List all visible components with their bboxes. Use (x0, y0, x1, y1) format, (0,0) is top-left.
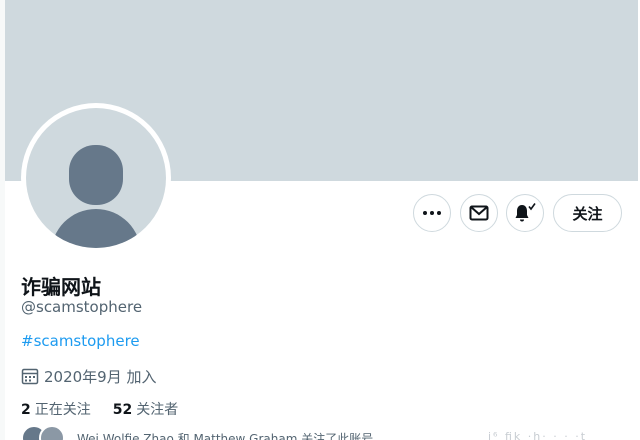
notifications-button[interactable] (506, 194, 544, 232)
message-button[interactable] (460, 194, 498, 232)
follow-stats: 2 正在关注 52 关注者 (21, 399, 178, 419)
following-count: 2 (21, 402, 31, 418)
default-avatar-icon (26, 108, 166, 248)
avatar-body-shape (51, 209, 141, 248)
followers-label: 关注者 (136, 402, 179, 418)
bio-hashtag-link[interactable]: #scamstophere (21, 332, 140, 350)
follow-button[interactable]: 关注 (553, 194, 622, 232)
following-link[interactable]: 2 正在关注 (21, 399, 91, 419)
joined-date: 2020年9月 加入 (21, 366, 157, 386)
watermark-text: i⁶ ﬁk ·h· · · ·t (488, 430, 588, 440)
followed-by-row[interactable]: Wei Wolfie Zhao 和 Matthew Graham 关注了此账号 (21, 425, 374, 440)
display-name: 诈骗网站 (21, 275, 101, 299)
following-label: 正在关注 (34, 402, 91, 418)
profile-page: 关注 诈骗网站 @scamstophere #scamstophere 2020… (0, 0, 640, 440)
more-options-button[interactable] (413, 194, 451, 232)
joined-text: 2020年9月 加入 (44, 367, 157, 386)
followers-count: 52 (112, 402, 133, 418)
follower-avatar (39, 425, 65, 440)
user-handle: @scamstophere (21, 298, 143, 316)
followed-by-text: Wei Wolfie Zhao 和 Matthew Graham 关注了此账号 (77, 431, 374, 440)
mail-icon (469, 205, 489, 221)
calendar-icon (21, 368, 39, 385)
bell-check-icon (515, 203, 536, 222)
more-dots-icon (423, 211, 441, 215)
avatar-head-shape (69, 145, 123, 205)
followers-link[interactable]: 52 关注者 (113, 399, 178, 419)
profile-avatar[interactable] (21, 103, 171, 253)
